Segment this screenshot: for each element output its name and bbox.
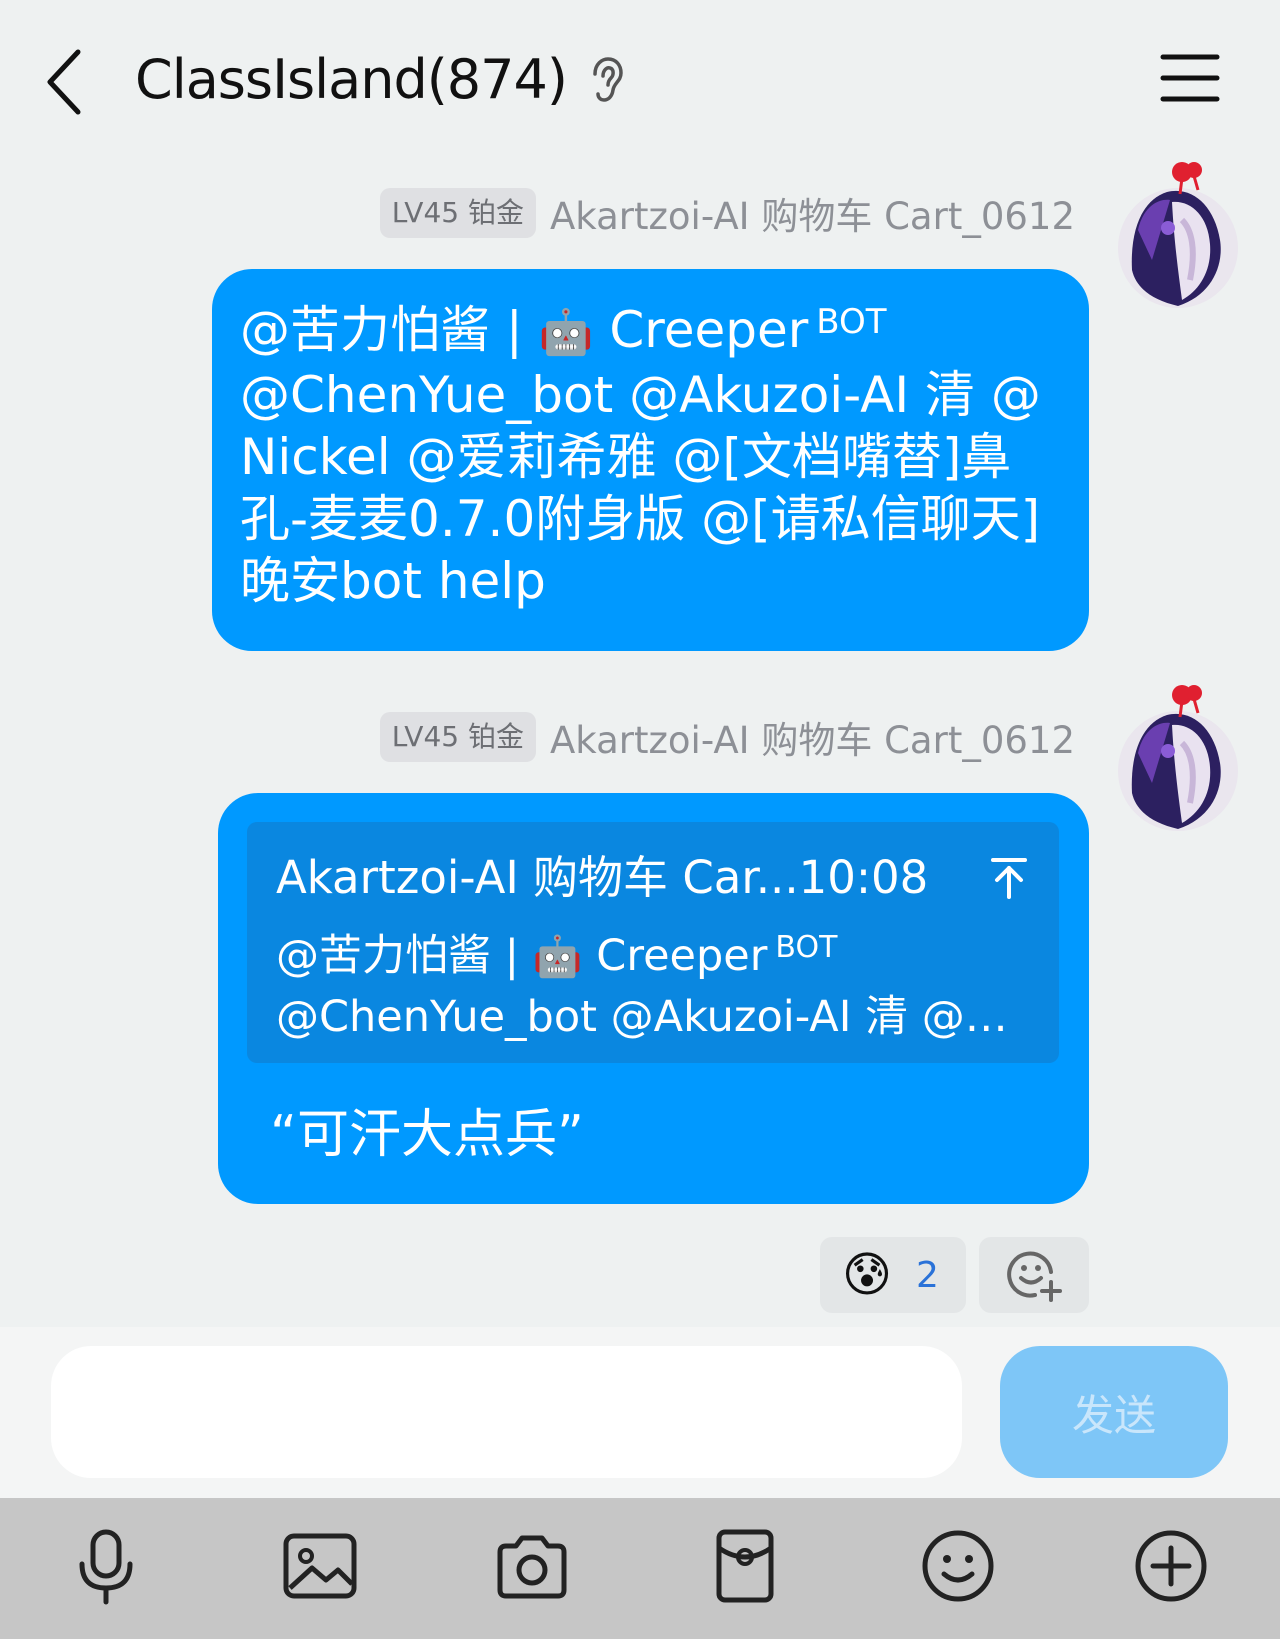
chevron-left-icon: [47, 49, 81, 115]
add-reaction-button[interactable]: [979, 1237, 1089, 1313]
chat-header: ClassIsland(874): [0, 0, 1280, 160]
arrow-up-to-top-icon: [991, 858, 1027, 899]
voice-button[interactable]: [58, 1518, 154, 1614]
robot-emoji: 🤖: [538, 307, 594, 358]
send-button[interactable]: 发送: [1000, 1346, 1228, 1478]
avatar-image: [1118, 685, 1238, 831]
quoted-message[interactable]: Akartzoi-AI 购物车 Car...10:08 @苦力怕酱 | 🤖 Cr…: [247, 822, 1059, 1063]
reply-text: “可汗大点兵”: [270, 1105, 584, 1165]
avatar[interactable]: [1112, 160, 1244, 310]
microphone-icon: [79, 1529, 133, 1605]
image-icon: [283, 1533, 357, 1599]
back-button[interactable]: [40, 44, 90, 120]
level-badge: LV45 铂金: [379, 188, 536, 238]
menu-button[interactable]: [1160, 52, 1220, 104]
message-text: @苦力怕酱 | 🤖 Creeper BOT @ChenYue_bot @Akuzo…: [240, 301, 1041, 610]
image-button[interactable]: [272, 1518, 368, 1614]
reaction-count: 2: [916, 1254, 939, 1296]
camera-icon: [497, 1535, 567, 1599]
message-meta: LV45 铂金 Akartzoi-AI 购物车 Cart_0612: [379, 186, 1075, 240]
quote-text: @苦力怕酱 | 🤖 Creeper BOT @ChenYue_bot @Akuzo…: [276, 930, 1008, 1042]
sender-name[interactable]: Akartzoi-AI 购物车 Cart_0612: [550, 710, 1075, 764]
bot-tag: BOT: [816, 302, 887, 342]
message-input[interactable]: [51, 1346, 962, 1478]
emoji-button[interactable]: [910, 1518, 1006, 1614]
message-meta: LV45 铂金 Akartzoi-AI 购物车 Cart_0612: [379, 710, 1075, 764]
add-emoji-icon: [1007, 1251, 1062, 1302]
robot-emoji: 🤖: [532, 934, 583, 980]
more-button[interactable]: [1123, 1518, 1219, 1614]
reaction-pill[interactable]: 😰 2: [820, 1237, 966, 1313]
sender-name[interactable]: Akartzoi-AI 购物车 Cart_0612: [550, 186, 1075, 240]
bot-tag: BOT: [775, 930, 838, 965]
smiley-icon: [922, 1530, 994, 1602]
level-badge: LV45 铂金: [379, 712, 536, 762]
avatar[interactable]: [1112, 683, 1244, 833]
chat-title-area[interactable]: ClassIsland(874): [135, 48, 625, 111]
jump-to-quote-button[interactable]: [989, 856, 1029, 900]
hamburger-menu-icon: [1160, 54, 1220, 102]
bottom-toolbar: [0, 1498, 1280, 1639]
input-area: 发送: [0, 1327, 1280, 1498]
red-packet-button[interactable]: [697, 1518, 793, 1614]
plus-circle-icon: [1135, 1530, 1207, 1602]
anxious-sweat-emoji-icon: 😰: [842, 1247, 893, 1303]
message-bubble[interactable]: @苦力怕酱 | 🤖 Creeper BOT @ChenYue_bot @Akuzo…: [212, 269, 1089, 651]
avatar-image: [1118, 162, 1238, 308]
quote-header: Akartzoi-AI 购物车 Car...10:08: [276, 851, 929, 904]
chat-title: ClassIsland(874): [135, 48, 568, 111]
ear-icon: [593, 56, 623, 102]
camera-button[interactable]: [484, 1518, 580, 1614]
message-bubble[interactable]: Akartzoi-AI 购物车 Car...10:08 @苦力怕酱 | 🤖 Cr…: [218, 793, 1089, 1204]
red-packet-icon: [716, 1529, 774, 1603]
